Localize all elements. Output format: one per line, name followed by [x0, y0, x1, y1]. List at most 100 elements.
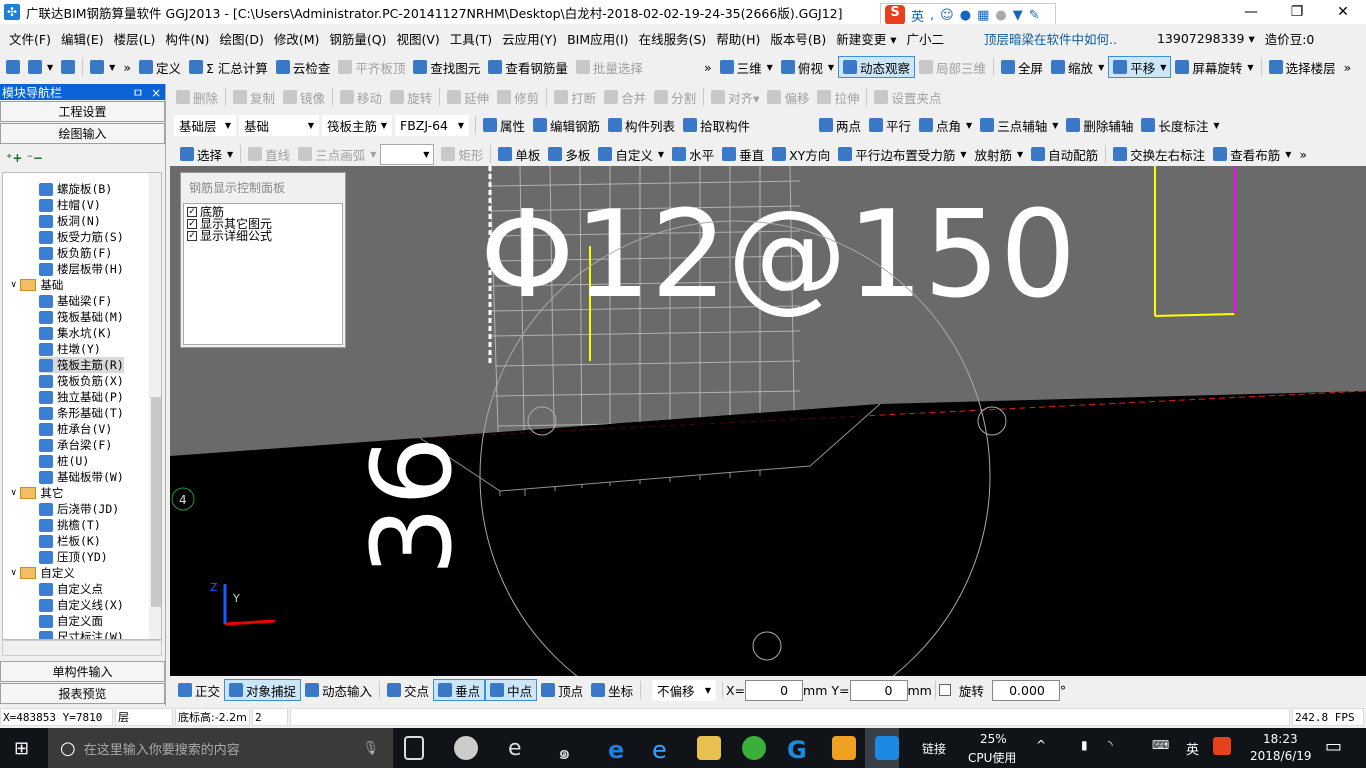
split-button[interactable]: 分割 — [650, 86, 700, 108]
wrench-icon[interactable]: ✎ — [1029, 8, 1040, 23]
panel-checkbox-item[interactable]: ✓ 显示详细公式 — [187, 230, 339, 242]
ie-icon[interactable]: e — [652, 736, 676, 764]
dropdown-arrow-icon[interactable]: ▼ — [828, 63, 834, 72]
object-snap-button[interactable]: 对象捕捉 — [224, 679, 302, 701]
menu-item[interactable]: 绘图(D) — [214, 29, 268, 48]
parallel-edge-button[interactable]: 平行边布置受力筋 ▼ — [834, 143, 970, 165]
menu-item[interactable]: 在线服务(S) — [634, 29, 712, 48]
trim-button[interactable]: 修剪 — [493, 86, 543, 108]
local-3d-button[interactable]: 局部三维 — [915, 56, 990, 78]
microphone-icon[interactable]: ● — [960, 8, 971, 23]
sogou-logo-icon[interactable]: S — [885, 5, 905, 25]
tree-item[interactable]: 独立基础(P) — [39, 389, 124, 405]
glodon-g-icon[interactable]: G — [787, 736, 811, 764]
menu-item[interactable]: 修改(M) — [269, 29, 325, 48]
component-list-button[interactable]: 构件列表 — [604, 114, 679, 136]
checkbox[interactable]: ✓ — [187, 207, 197, 217]
skin-icon[interactable]: ▼ — [1013, 8, 1023, 23]
dropdown-arrow-icon[interactable]: ▼ — [109, 63, 115, 72]
tree-item[interactable]: 承台梁(F) — [39, 437, 112, 453]
battery-icon[interactable]: ▮ — [1081, 738, 1088, 752]
notepad-app-icon[interactable] — [832, 736, 856, 760]
x-input[interactable]: 0 — [745, 679, 804, 701]
dropdown-arrow-icon[interactable]: ▼ — [1247, 63, 1253, 72]
screen-rotate-button[interactable]: 屏幕旋转 ▼ — [1171, 56, 1257, 78]
restore-button[interactable]: ❐ — [1274, 0, 1320, 24]
fullscreen-button[interactable]: 全屏 — [997, 56, 1047, 78]
toolbar-item-button[interactable]: » — [700, 56, 716, 78]
dropdown-arrow-icon[interactable]: ▼ — [1052, 121, 1058, 130]
merge-button[interactable]: 合并 — [600, 86, 650, 108]
custom-button[interactable]: 自定义 ▼ — [594, 143, 668, 165]
menu-item[interactable]: 造价豆:0 — [1260, 29, 1320, 48]
task-view-icon[interactable] — [404, 736, 424, 760]
tree-item[interactable]: 板负筋(F) — [39, 245, 112, 261]
emoji-icon[interactable]: ☺ — [940, 8, 954, 23]
tree-item[interactable]: 挑檐(T) — [39, 517, 101, 533]
dropdown-arrow-icon[interactable]: ▼ — [966, 121, 972, 130]
sum-button[interactable]: Σ 汇总计算 — [185, 56, 272, 78]
vertex-button[interactable]: 顶点 — [537, 679, 587, 701]
tree-item[interactable]: 螺旋板(B) — [39, 181, 112, 197]
expand-all-icon[interactable]: ⁺+ — [6, 151, 22, 165]
pin-icon[interactable]: ㅁ — [132, 86, 143, 100]
tree-folder[interactable]: ∨ 其它 — [11, 485, 63, 501]
y-input[interactable]: 0 — [849, 679, 908, 701]
coordinate-button[interactable]: 坐标 — [587, 679, 637, 701]
copy-button[interactable]: 复制 — [229, 86, 279, 108]
new-file-button[interactable] — [2, 56, 24, 78]
cube-button[interactable]: 三维 ▼ — [716, 56, 777, 78]
dropdown-arrow-icon[interactable]: ▼ — [658, 150, 664, 159]
tree-item[interactable]: 柱帽(V) — [39, 197, 101, 213]
dropdown-arrow-icon[interactable]: ▼ — [1285, 150, 1291, 159]
tree-item[interactable]: 桩(U) — [39, 453, 89, 469]
zoom-button[interactable]: 缩放 ▼ — [1047, 56, 1108, 78]
show-hidden-icons-chevron-icon[interactable]: ^ — [1036, 738, 1046, 752]
menu-item[interactable]: 版本号(B) — [765, 29, 831, 48]
toolbar-item-button[interactable]: » — [119, 56, 135, 78]
report-preview-button[interactable]: 报表预览 — [0, 683, 165, 704]
width-select[interactable]: ▼ — [380, 143, 435, 165]
keyboard-icon[interactable]: ▦ — [977, 8, 989, 23]
cloud-check-button[interactable]: 云检查 — [272, 56, 335, 78]
tree-item[interactable]: 基础梁(F) — [39, 293, 112, 309]
tree-folder[interactable]: ∨ 自定义 — [11, 565, 75, 581]
menu-item[interactable]: 构件(N) — [160, 29, 214, 48]
dropdown-arrow-icon[interactable]: ▼ — [1213, 121, 1219, 130]
menu-item[interactable]: 编辑(E) — [56, 29, 109, 48]
drawing-canvas[interactable]: Φ12@150 36 4 Z Y — [170, 166, 1366, 676]
menu-item[interactable]: 新建变更 ▾ — [831, 29, 901, 48]
close-panel-icon[interactable]: × — [151, 86, 161, 100]
tree-item[interactable]: 基础板带(W) — [39, 469, 124, 485]
orbit-button[interactable]: 动态观察 — [838, 56, 916, 78]
mirror-button[interactable]: 镜像 — [279, 86, 329, 108]
toolbar-item-button[interactable]: 放射筋 ▼ — [970, 143, 1027, 165]
cursor-button[interactable]: 选择 ▼ — [176, 143, 237, 165]
offset-select[interactable]: 不偏移 ▼ — [652, 679, 716, 701]
tree-item[interactable]: 筏板基础(M) — [39, 309, 124, 325]
clock-date[interactable]: 2018/6/19 — [1250, 749, 1312, 763]
intersection-button[interactable]: 交点 — [383, 679, 433, 701]
collapse-all-icon[interactable]: ⁻− — [27, 151, 43, 165]
taskbar-search[interactable]: ○ 在这里输入你要搜索的内容 🎙 — [48, 728, 393, 768]
single-component-input-button[interactable]: 单构件输入 — [0, 661, 165, 682]
dropdown-arrow-icon[interactable]: ▼ — [1160, 63, 1166, 72]
tree-item[interactable]: 筏板主筋(R) — [39, 357, 124, 373]
menu-item[interactable]: BIM应用(I) — [562, 29, 634, 48]
chevron-down-icon[interactable]: ∨ — [11, 280, 16, 290]
open-folder-button[interactable]: ▼ — [24, 56, 57, 78]
tree-folder[interactable]: ∨ 基础 — [11, 277, 63, 293]
view-rebar-button[interactable]: 查看布筋 ▼ — [1209, 143, 1295, 165]
windows-start-icon[interactable]: ⊞ — [14, 738, 29, 759]
define-button[interactable]: 定义 — [135, 56, 185, 78]
select-floor-button[interactable]: 选择楼层 — [1265, 56, 1340, 78]
menu-item[interactable]: 文件(F) — [4, 29, 56, 48]
fan-app-icon[interactable] — [454, 736, 478, 760]
length-dimension-button[interactable]: 长度标注 ▼ — [1137, 114, 1223, 136]
toolbar-item-button[interactable]: » — [1340, 56, 1356, 78]
menu-item[interactable]: 视图(V) — [391, 29, 444, 48]
swap-label-button[interactable]: 交换左右标注 — [1109, 143, 1209, 165]
align-button[interactable]: 对齐▾ — [707, 86, 763, 108]
tree-item[interactable]: 柱墩(Y) — [39, 341, 101, 357]
pick-button[interactable]: 拾取构件 — [679, 114, 754, 136]
